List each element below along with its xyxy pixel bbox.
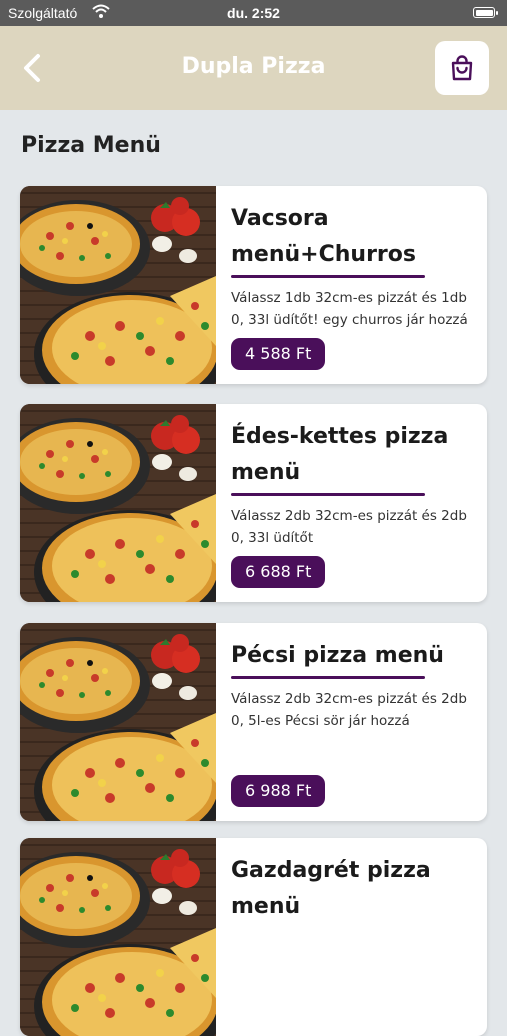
page-title: Dupla Pizza [181,54,326,79]
menu-item-card[interactable]: Pécsi pizza menü Válassz 2db 32cm-es piz… [20,623,487,821]
pizza-photo [20,186,216,384]
menu-item-card[interactable]: Édes-kettes pizza menü Válassz 2db 32cm-… [20,404,487,602]
divider [231,493,425,496]
item-name: Vacsora menü+Churros [231,206,416,267]
price-badge: 4 588 Ft [231,338,326,370]
status-bar: Szolgáltató du. 2:52 [0,0,507,26]
cart-button[interactable] [435,41,489,95]
menu-item-card[interactable]: Vacsora menü+Churros Válassz 1db 32cm-es… [20,186,487,384]
pizza-photo [20,404,216,602]
pizza-photo [20,838,216,1036]
section-title: Pizza Menü [21,133,161,158]
price-badge: 6 988 Ft [231,775,326,807]
shopping-bag-icon [451,55,473,81]
item-description: Válassz 2db 32cm-es pizzát és 2db 0, 5l-… [231,691,467,729]
pizza-photo [20,623,216,821]
divider [231,275,425,278]
item-name: Gazdagrét pizza menü [231,858,431,919]
item-description: Válassz 2db 32cm-es pizzát és 2db 0, 33l… [231,508,467,546]
item-name: Édes-kettes pizza menü [231,424,449,485]
divider [231,676,425,679]
menu-item-card[interactable]: Gazdagrét pizza menü [20,838,487,1036]
clock: du. 2:52 [227,5,280,21]
battery-icon [473,7,498,18]
item-description: Válassz 1db 32cm-es pizzát és 1db 0, 33l… [231,290,468,328]
nav-bar: Dupla Pizza [0,26,507,110]
price-badge: 6 688 Ft [231,556,326,588]
item-name: Pécsi pizza menü [231,643,444,668]
